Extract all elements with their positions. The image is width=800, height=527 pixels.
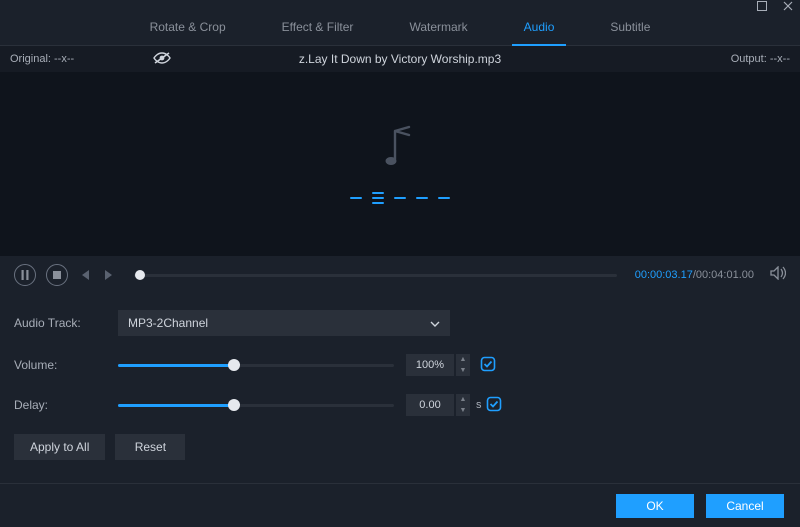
stop-button[interactable]	[46, 264, 68, 286]
prev-button[interactable]	[78, 264, 92, 286]
volume-spinner[interactable]: ▲▼	[456, 354, 470, 376]
equalizer-icon	[350, 192, 450, 204]
delay-reset-icon[interactable]	[486, 396, 502, 415]
footer: OK Cancel	[0, 483, 800, 527]
volume-slider-thumb[interactable]	[228, 359, 240, 371]
delay-label: Delay:	[14, 398, 118, 412]
spin-up-icon[interactable]: ▲	[456, 394, 470, 405]
volume-label: Volume:	[14, 358, 118, 372]
delay-value[interactable]: 0.00	[406, 394, 454, 416]
volume-reset-icon[interactable]	[480, 356, 496, 375]
next-button[interactable]	[102, 264, 116, 286]
controls-panel: Audio Track: MP3-2Channel Volume: 100% ▲…	[0, 294, 800, 470]
cancel-button[interactable]: Cancel	[706, 494, 784, 518]
tab-audio[interactable]: Audio	[496, 12, 583, 45]
audio-track-select[interactable]: MP3-2Channel	[118, 310, 450, 336]
spin-up-icon[interactable]: ▲	[456, 354, 470, 365]
spin-down-icon[interactable]: ▼	[456, 365, 470, 376]
audio-track-label: Audio Track:	[14, 316, 118, 330]
music-note-icon	[383, 125, 417, 174]
current-time: 00:00:03.17	[635, 269, 693, 281]
delay-spinner[interactable]: ▲▼	[456, 394, 470, 416]
audio-track-value: MP3-2Channel	[128, 316, 208, 330]
delay-unit: s	[476, 399, 482, 411]
maximize-button[interactable]	[756, 0, 768, 12]
tab-subtitle[interactable]: Subtitle	[582, 12, 678, 45]
preview-area	[0, 72, 800, 256]
pause-button[interactable]	[14, 264, 36, 286]
time-display: 00:00:03.17/00:04:01.00	[635, 269, 754, 281]
reset-button[interactable]: Reset	[115, 434, 185, 460]
spin-down-icon[interactable]: ▼	[456, 405, 470, 416]
output-size-label: Output: --x--	[731, 53, 790, 65]
transport-bar: 00:00:03.17/00:04:01.00	[0, 256, 800, 294]
progress-thumb[interactable]	[135, 270, 145, 280]
volume-icon[interactable]	[770, 266, 786, 285]
tab-rotate-crop[interactable]: Rotate & Crop	[122, 12, 254, 45]
delay-slider-thumb[interactable]	[228, 399, 240, 411]
filename-label: z.Lay It Down by Victory Worship.mp3	[299, 52, 501, 66]
delay-slider[interactable]	[118, 395, 394, 415]
preview-toggle-icon[interactable]	[152, 51, 172, 68]
chevron-down-icon	[430, 316, 440, 330]
close-button[interactable]	[782, 0, 794, 12]
original-size-label: Original: --x--	[10, 53, 74, 65]
tab-watermark[interactable]: Watermark	[381, 12, 495, 45]
duration: /00:04:01.00	[693, 269, 754, 281]
volume-value[interactable]: 100%	[406, 354, 454, 376]
tab-bar: Rotate & Crop Effect & Filter Watermark …	[0, 12, 800, 46]
ok-button[interactable]: OK	[616, 494, 694, 518]
playback-progress[interactable]	[134, 274, 617, 277]
info-bar: Original: --x-- z.Lay It Down by Victory…	[0, 46, 800, 72]
volume-slider[interactable]	[118, 355, 394, 375]
tab-effect-filter[interactable]: Effect & Filter	[254, 12, 382, 45]
apply-to-all-button[interactable]: Apply to All	[14, 434, 105, 460]
